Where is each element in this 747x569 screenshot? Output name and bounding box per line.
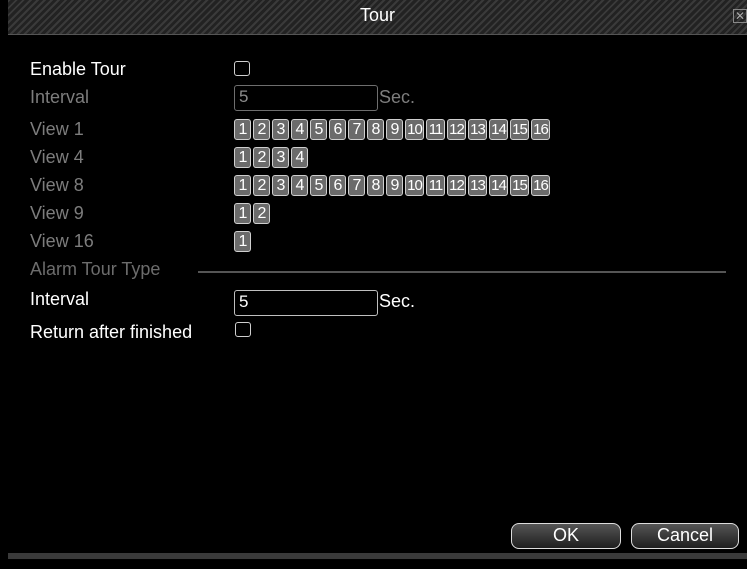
channel-chip[interactable]: 6 [329,119,346,140]
interval-input[interactable]: 5 [234,85,378,111]
channel-chip[interactable]: 13 [468,119,487,140]
channel-chip[interactable]: 6 [329,175,346,196]
alarm-interval-input[interactable]: 5 [234,290,378,316]
channel-chip[interactable]: 16 [531,175,550,196]
channel-chip[interactable]: 3 [272,147,289,168]
channel-chip[interactable]: 11 [426,175,445,196]
dialog-title: Tour [359,5,395,25]
channel-chip[interactable]: 12 [447,119,466,140]
interval-unit: Sec. [379,87,416,107]
view-8-channels: 1 2 3 4 5 6 7 8 9 10 11 12 13 14 15 16 [234,175,550,196]
channel-chip[interactable]: 9 [386,175,403,196]
channel-chip[interactable]: 1 [234,175,251,196]
view-1-channels: 1 2 3 4 5 6 7 8 9 10 11 12 13 14 15 16 [234,119,550,140]
channel-chip[interactable]: 1 [234,119,251,140]
channel-chip[interactable]: 7 [348,175,365,196]
channel-chip[interactable]: 4 [291,119,308,140]
channel-chip[interactable]: 2 [253,119,270,140]
channel-chip[interactable]: 9 [386,119,403,140]
cancel-button[interactable]: Cancel [631,523,739,549]
view-16-channels: 1 [234,231,251,252]
channel-chip[interactable]: 1 [234,147,251,168]
view-1-label: View 1 [30,119,84,139]
channel-chip[interactable]: 4 [291,147,308,168]
enable-tour-checkbox[interactable] [234,61,250,76]
enable-tour-label: Enable Tour [30,59,126,79]
channel-chip[interactable]: 1 [234,231,251,252]
view-4-channels: 1234 [234,147,308,168]
channel-chip[interactable]: 5 [310,119,327,140]
channel-chip[interactable]: 1 [234,203,251,224]
channel-chip[interactable]: 15 [510,175,529,196]
bottom-bar [8,553,747,559]
channel-chip[interactable]: 2 [253,147,270,168]
channel-chip[interactable]: 4 [291,175,308,196]
view-16-label: View 16 [30,231,94,251]
section-divider [198,271,726,273]
view-8-label: View 8 [30,175,84,195]
channel-chip[interactable]: 14 [489,175,508,196]
alarm-interval-unit: Sec. [379,291,416,311]
channel-chip[interactable]: 2 [253,175,270,196]
channel-chip[interactable]: 12 [447,175,466,196]
title-bar: Tour ✕ [8,0,747,35]
view-4-label: View 4 [30,147,84,167]
channel-chip[interactable]: 2 [253,203,270,224]
close-icon[interactable]: ✕ [733,9,747,23]
channel-chip[interactable]: 8 [367,175,384,196]
ok-button[interactable]: OK [511,523,621,549]
interval-label: Interval [30,87,90,107]
view-9-channels: 12 [234,203,270,224]
alarm-interval-label: Interval [30,289,90,309]
channel-chip[interactable]: 8 [367,119,384,140]
channel-chip[interactable]: 15 [510,119,529,140]
return-after-finished-label: Return after finished [30,322,193,342]
channel-chip[interactable]: 7 [348,119,365,140]
channel-chip[interactable]: 5 [310,175,327,196]
channel-chip[interactable]: 3 [272,119,289,140]
channel-chip[interactable]: 16 [531,119,550,140]
channel-chip[interactable]: 3 [272,175,289,196]
return-after-finished-checkbox[interactable] [235,322,251,337]
alarm-tour-type-label: Alarm Tour Type [30,259,161,279]
channel-chip[interactable]: 11 [426,119,445,140]
channel-chip[interactable]: 10 [405,175,424,196]
view-9-label: View 9 [30,203,84,223]
tour-dialog: Tour ✕ Enable Tour Interval 5 Sec. View … [8,0,747,569]
channel-chip[interactable]: 13 [468,175,487,196]
channel-chip[interactable]: 14 [489,119,508,140]
channel-chip[interactable]: 10 [405,119,424,140]
